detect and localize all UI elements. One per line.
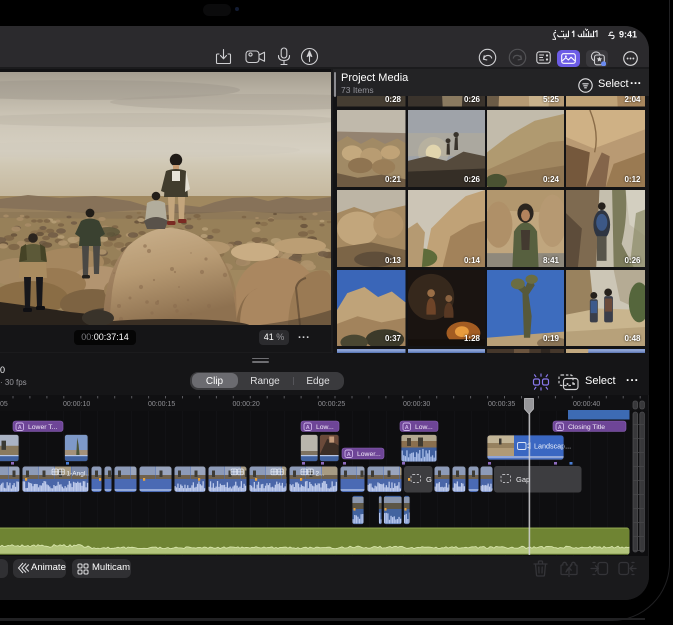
svg-text:00:00:35: 00:00:35 <box>488 401 515 408</box>
svg-text:00:00:10: 00:00:10 <box>63 401 90 408</box>
svg-text:00:00:30: 00:00:30 <box>403 401 430 408</box>
svg-text:05: 05 <box>0 401 8 408</box>
svg-text:00:00:15: 00:00:15 <box>148 401 175 408</box>
svg-text:00:00:25: 00:00:25 <box>318 401 345 408</box>
svg-text:00:00:40: 00:00:40 <box>573 401 600 408</box>
svg-text:00:00:20: 00:00:20 <box>233 401 260 408</box>
